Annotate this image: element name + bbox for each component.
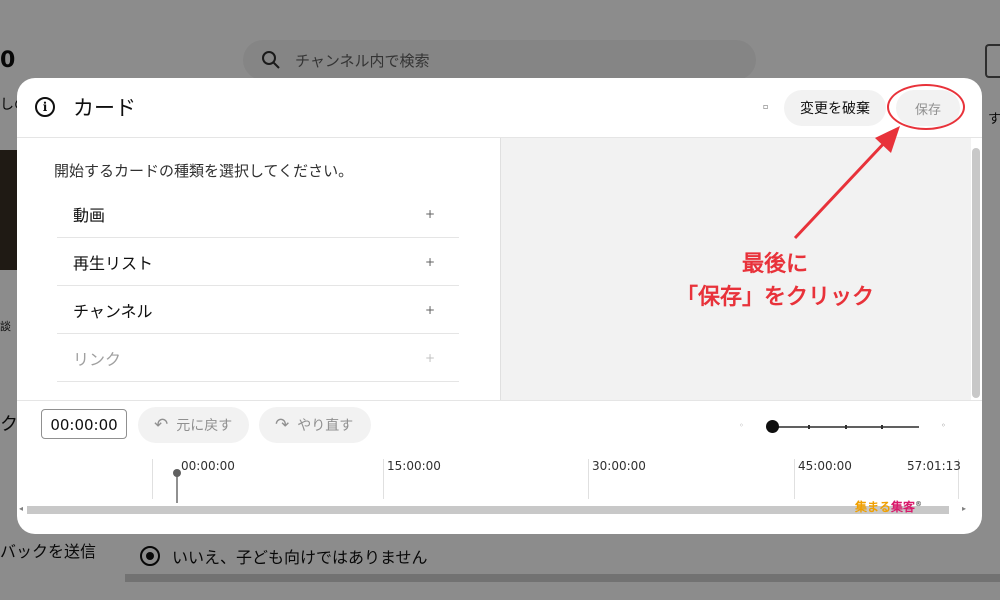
card-type-prompt: 開始するカードの種類を選択してください。 [54,162,354,180]
zoom-in-icon[interactable]: ◦ [941,421,946,430]
redo-icon: ↷ [275,415,290,435]
plus-icon[interactable]: + [425,303,435,317]
current-time-field[interactable]: 00:00:00 [41,409,127,439]
watermark-logo: 集まる集客® [855,498,922,515]
scroll-right-icon[interactable]: ▸ [962,504,966,513]
dialog-title: カード [73,96,136,120]
zoom-slider-handle[interactable] [766,420,779,433]
annotation-line-2: 「保存」をクリック [675,285,874,310]
tick-label: 57:01:13 [907,459,961,473]
scroll-left-icon[interactable]: ◂ [19,504,23,513]
tick-label: 45:00:00 [798,459,852,473]
zoom-step-dot [881,425,883,429]
zoom-step-dot [808,425,810,429]
undo-button[interactable]: ↶ 元に戻す [138,407,249,443]
redo-label: やり直す [297,418,354,434]
undo-label: 元に戻す [176,418,233,434]
watermark-text-b: 集客 [891,500,916,514]
horizontal-scrollbar[interactable] [27,506,949,514]
timeline-ruler[interactable]: 00:00:00 15:00:00 30:00:00 45:00:00 57:0… [17,453,982,503]
undo-icon: ↶ [154,415,169,435]
card-type-label: リンク [73,349,122,369]
plus-icon[interactable]: + [425,255,435,269]
discard-changes-button[interactable]: 変更を破棄 [784,90,886,126]
dialog-header: i カード ▫ 変更を破棄 保存 [17,78,982,138]
card-type-list: 動画 + 再生リスト + チャンネル + リンク + [57,190,459,382]
card-type-link: リンク + [57,334,459,382]
card-type-video[interactable]: 動画 + [57,190,459,238]
card-type-channel[interactable]: チャンネル + [57,286,459,334]
tick-label: 30:00:00 [592,459,646,473]
tick-line [794,459,795,499]
playhead-handle[interactable] [173,469,181,477]
card-type-label: 動画 [73,205,106,225]
tick-line [383,459,384,499]
plus-icon: + [424,350,435,365]
watermark-mark: ® [915,500,923,508]
zoom-out-icon[interactable]: ◦ [739,421,744,430]
card-type-panel: 開始するカードの種類を選択してください。 動画 + 再生リスト + チャンネル … [17,138,500,400]
redo-button[interactable]: ↷ やり直す [259,407,371,443]
watermark-text-a: 集まる [855,500,892,514]
save-highlight-ellipse [887,84,965,130]
zoom-step-dot [845,425,847,429]
tick-label: 15:00:00 [387,459,441,473]
card-type-label: チャンネル [73,301,153,321]
tick-line [152,459,153,499]
annotation-line-1: 最後に [741,252,808,277]
info-icon[interactable]: i [35,97,55,117]
annotation-callout: 最後に 「保存」をクリック [660,248,890,314]
card-type-playlist[interactable]: 再生リスト + [57,238,459,286]
vertical-scrollbar[interactable] [972,148,980,398]
tick-label: 00:00:00 [181,459,235,473]
timeline-editor: 00:00:00 ↶ 元に戻す ↷ やり直す ◦ ◦ 00:00:00 15:0… [17,400,982,534]
feedback-icon[interactable]: ▫ [763,102,768,111]
plus-icon[interactable]: + [425,207,435,221]
tick-line [588,459,589,499]
card-type-label: 再生リスト [73,253,154,273]
